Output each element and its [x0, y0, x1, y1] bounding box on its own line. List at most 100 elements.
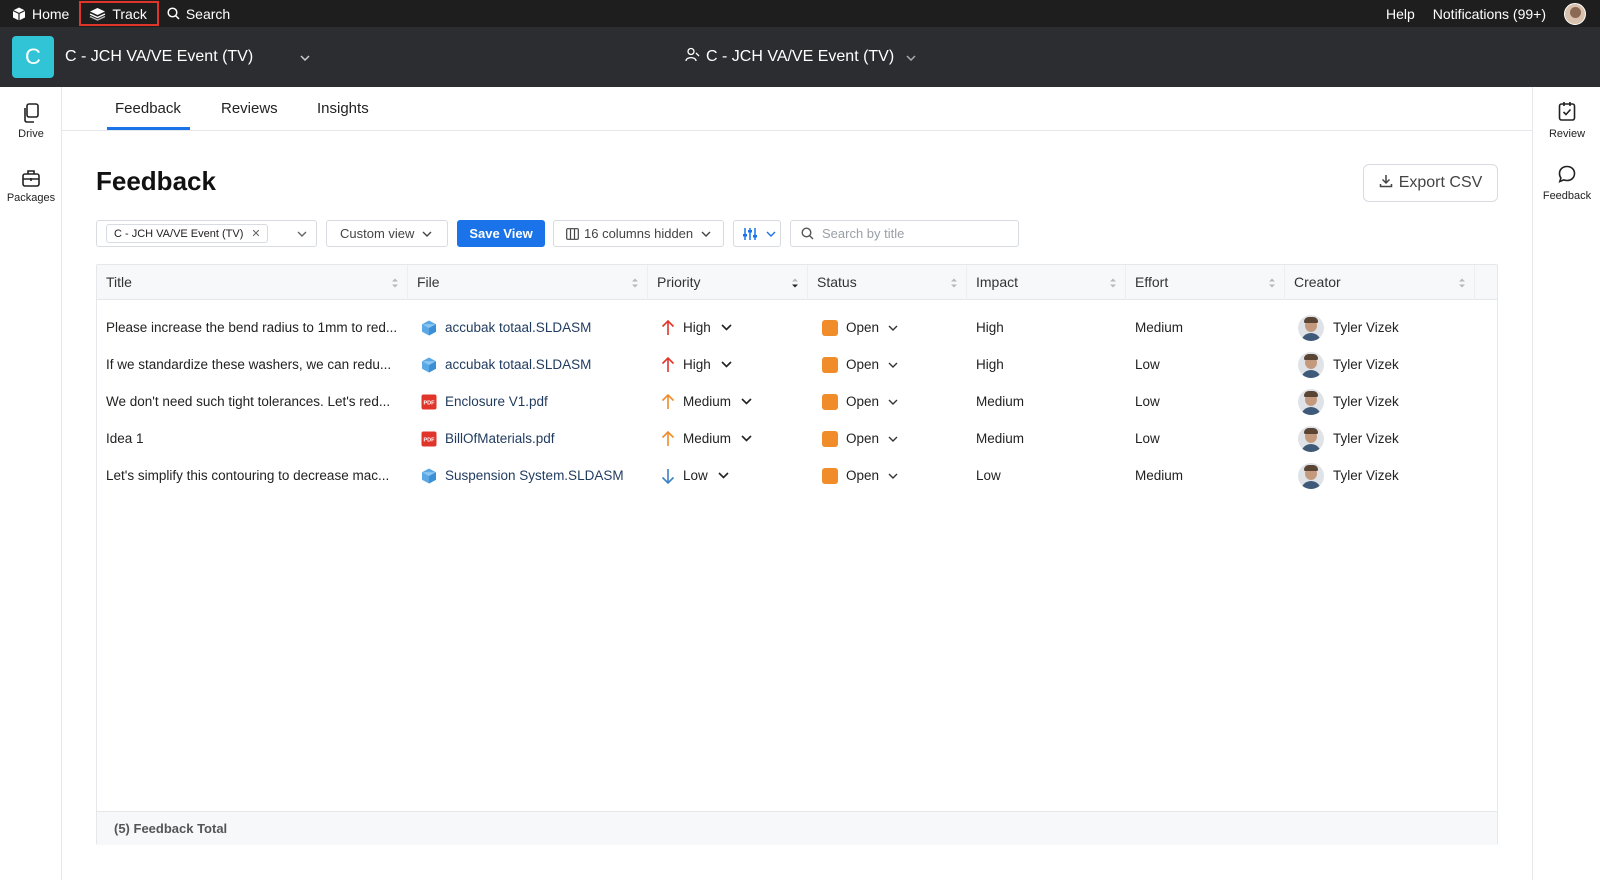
table-row[interactable]: Let's simplify this contouring to decrea… — [97, 457, 1497, 494]
sort-desc-icon[interactable] — [791, 277, 799, 289]
notifications-link[interactable]: Notifications (99+) — [1433, 6, 1546, 22]
search-link[interactable]: Search — [159, 0, 230, 27]
search-box — [790, 220, 1019, 247]
rail-feedback[interactable]: Feedback — [1533, 165, 1600, 202]
priority-value: High — [683, 320, 711, 335]
file-link[interactable]: accubak totaal.SLDASM — [445, 357, 591, 372]
col-header-impact[interactable]: Impact — [967, 265, 1126, 300]
export-csv-label: Export CSV — [1398, 174, 1483, 191]
impact-value: Low — [976, 468, 1001, 483]
cell-priority[interactable]: High — [648, 346, 808, 383]
cell-title[interactable]: Idea 1 — [97, 420, 408, 457]
cell-title[interactable]: We don't need such tight tolerances. Let… — [97, 383, 408, 420]
priority-value: Medium — [683, 394, 732, 409]
cell-status[interactable]: Open — [808, 346, 967, 383]
review-icon — [1558, 101, 1576, 124]
col-header-status[interactable]: Status — [808, 265, 967, 300]
user-avatar[interactable] — [1564, 2, 1586, 25]
cell-priority[interactable]: High — [648, 309, 808, 346]
rail-packages-label: Packages — [6, 192, 56, 204]
project-filter-select[interactable]: C - JCH VA/VE Event (TV) ✕ — [96, 220, 317, 247]
table-row[interactable]: If we standardize these washers, we can … — [97, 346, 1497, 383]
right-rail: Review Feedback — [1532, 87, 1600, 880]
close-icon[interactable]: ✕ — [251, 227, 260, 240]
chevron-down-icon[interactable] — [300, 48, 310, 66]
cell-title[interactable]: If we standardize these washers, we can … — [97, 346, 408, 383]
cell-file: PDF BillOfMaterials.pdf — [408, 420, 648, 457]
chevron-down-icon[interactable] — [888, 362, 898, 368]
cell-status[interactable]: Open — [808, 383, 967, 420]
col-header-file[interactable]: File — [408, 265, 648, 300]
sort-icon[interactable] — [950, 277, 958, 289]
sort-icon[interactable] — [631, 277, 639, 289]
cell-status[interactable]: Open — [808, 309, 967, 346]
col-header-priority[interactable]: Priority — [648, 265, 808, 300]
rail-drive[interactable]: Drive — [0, 99, 62, 140]
cell-title[interactable]: Let's simplify this contouring to decrea… — [97, 457, 408, 494]
cell-file: Suspension System.SLDASM — [408, 457, 648, 494]
track-link[interactable]: Track — [79, 1, 159, 26]
sliders-icon — [742, 227, 758, 241]
col-header-effort[interactable]: Effort — [1126, 265, 1285, 300]
tab-feedback[interactable]: Feedback — [107, 87, 190, 130]
drive-icon — [22, 99, 40, 123]
project-tile: C — [12, 36, 54, 78]
chevron-down-icon[interactable] — [888, 473, 898, 479]
chevron-down-icon[interactable] — [721, 361, 732, 368]
export-csv-button[interactable]: Export CSV — [1363, 164, 1498, 202]
file-link[interactable]: Enclosure V1.pdf — [445, 394, 548, 409]
chevron-down-icon[interactable] — [741, 398, 752, 405]
feedback-title[interactable]: Please increase the bend radius to 1mm t… — [106, 320, 397, 335]
col-header-creator[interactable]: Creator — [1285, 265, 1475, 300]
impact-value: High — [976, 357, 1004, 372]
cell-priority[interactable]: Low — [648, 457, 808, 494]
cell-status[interactable]: Open — [808, 420, 967, 457]
cell-impact: High — [967, 309, 1126, 346]
sort-icon[interactable] — [1268, 277, 1276, 289]
chevron-down-icon[interactable] — [718, 472, 729, 479]
feedback-title[interactable]: We don't need such tight tolerances. Let… — [106, 394, 390, 409]
rail-feedback-label: Feedback — [1542, 190, 1592, 202]
chevron-down-icon[interactable] — [888, 436, 898, 442]
columns-hidden-button[interactable]: 16 columns hidden — [553, 220, 724, 247]
table-row[interactable]: Idea 1 PDF BillOfMaterials.pdf Medium Open Me… — [97, 420, 1497, 457]
help-link[interactable]: Help — [1386, 6, 1415, 22]
table-row[interactable]: We don't need such tight tolerances. Let… — [97, 383, 1497, 420]
file-link[interactable]: accubak totaal.SLDASM — [445, 320, 591, 335]
svg-text:PDF: PDF — [424, 437, 436, 443]
feedback-title[interactable]: If we standardize these washers, we can … — [106, 357, 391, 372]
sort-icon[interactable] — [1458, 277, 1466, 289]
chevron-down-icon — [701, 231, 711, 237]
sort-icon[interactable] — [391, 277, 399, 289]
tab-reviews[interactable]: Reviews — [213, 87, 286, 131]
assembly-file-icon — [421, 357, 437, 373]
save-view-button[interactable]: Save View — [457, 220, 545, 247]
file-link[interactable]: Suspension System.SLDASM — [445, 468, 624, 483]
chevron-down-icon[interactable] — [888, 325, 898, 331]
filter-settings-button[interactable] — [733, 220, 781, 247]
workspace-switcher[interactable]: C - JCH VA/VE Event (TV) — [685, 27, 916, 87]
chevron-down-icon[interactable] — [721, 324, 732, 331]
filter-chip-label: C - JCH VA/VE Event (TV) — [114, 227, 244, 240]
cell-priority[interactable]: Medium — [648, 383, 808, 420]
sort-icon[interactable] — [1109, 277, 1117, 289]
chevron-down-icon[interactable] — [888, 399, 898, 405]
tab-insights[interactable]: Insights — [309, 87, 377, 131]
cell-priority[interactable]: Medium — [648, 420, 808, 457]
file-link[interactable]: BillOfMaterials.pdf — [445, 431, 555, 446]
chevron-down-icon[interactable] — [741, 435, 752, 442]
cell-file: PDF Enclosure V1.pdf — [408, 383, 648, 420]
feedback-title[interactable]: Idea 1 — [106, 431, 144, 446]
col-header-title[interactable]: Title — [97, 265, 408, 300]
cell-title[interactable]: Please increase the bend radius to 1mm t… — [97, 309, 408, 346]
effort-value: Low — [1135, 357, 1160, 372]
col-status-label: Status — [817, 274, 857, 290]
home-link[interactable]: Home — [0, 0, 69, 27]
rail-review[interactable]: Review — [1533, 101, 1600, 140]
view-select[interactable]: Custom view — [326, 220, 448, 247]
table-row[interactable]: Please increase the bend radius to 1mm t… — [97, 309, 1497, 346]
search-input[interactable] — [822, 226, 1012, 241]
cell-status[interactable]: Open — [808, 457, 967, 494]
feedback-title[interactable]: Let's simplify this contouring to decrea… — [106, 468, 389, 483]
rail-packages[interactable]: Packages — [0, 163, 62, 204]
